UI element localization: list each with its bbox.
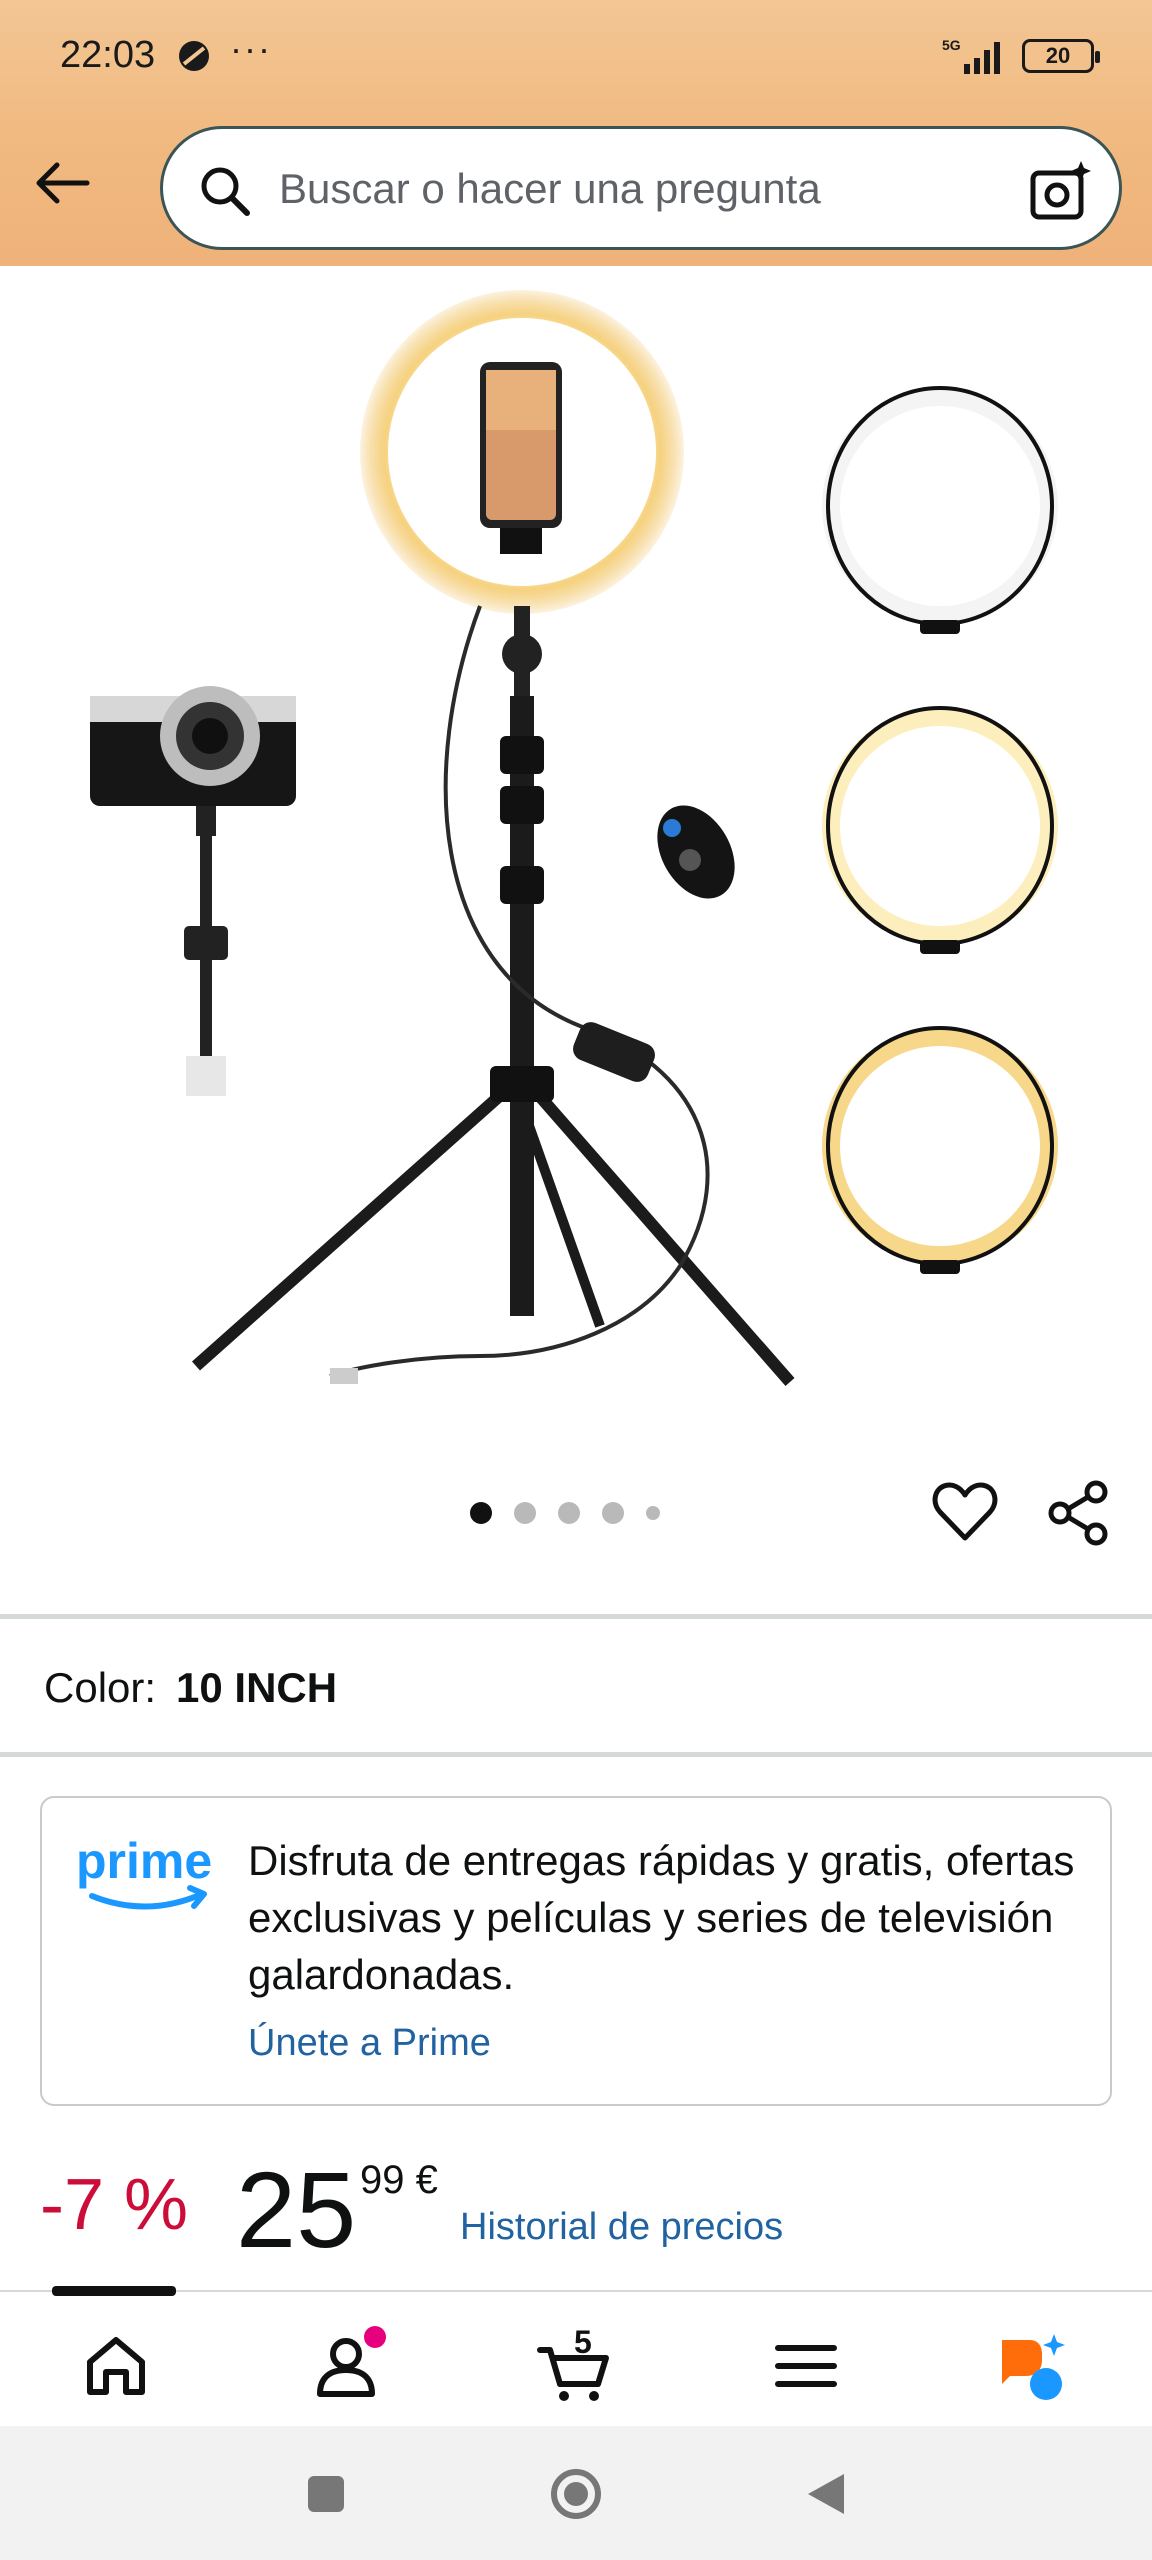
join-prime-link[interactable]: Únete a Prime xyxy=(248,2022,491,2065)
price-fraction: 99 € xyxy=(360,2158,438,2202)
search-input[interactable]: Buscar o hacer una pregunta xyxy=(279,165,821,213)
network-label: 5G xyxy=(942,37,961,53)
wishlist-heart-icon[interactable] xyxy=(930,1478,1000,1548)
recents-icon[interactable] xyxy=(298,2466,354,2522)
cart-count: 5 xyxy=(574,2324,592,2360)
product-image-gallery[interactable] xyxy=(0,266,1152,1446)
battery-level: 20 xyxy=(1045,43,1071,68)
home-icon[interactable] xyxy=(76,2326,156,2406)
gallery-dot-active[interactable] xyxy=(470,1502,492,1524)
gallery-pagination[interactable] xyxy=(470,1502,660,1524)
status-time: 22:03 xyxy=(60,34,156,76)
prime-promo-card[interactable]: prime Disfruta de entregas rápidas y gra… xyxy=(40,1796,1112,2106)
prime-logo: prime xyxy=(76,1834,212,1910)
price-whole: 25 xyxy=(236,2149,357,2270)
gallery-dot[interactable] xyxy=(514,1502,536,1524)
header-band: 22:03 ··· 5G 20 Buscar o hacer una pregu… xyxy=(0,0,1152,266)
status-bar: 22:03 ··· 5G 20 xyxy=(0,0,1152,112)
status-indicators: 5G 20 xyxy=(942,36,1100,76)
back-button[interactable] xyxy=(28,148,98,218)
nav-active-indicator xyxy=(52,2286,176,2296)
notification-badge xyxy=(364,2326,386,2348)
discount-percentage: -7 % xyxy=(40,2165,189,2245)
do-not-disturb-icon xyxy=(179,41,209,71)
prime-description: Disfruta de entregas rápidas y gratis, o… xyxy=(248,1837,1075,1998)
battery-icon: 20 xyxy=(1022,39,1100,73)
gallery-dot[interactable] xyxy=(646,1506,660,1520)
variation-value: 10 INCH xyxy=(176,1664,338,1711)
menu-icon[interactable] xyxy=(766,2326,846,2406)
system-nav-bar xyxy=(0,2426,1152,2560)
price-row: -7 % 25 99 € Historial de precios xyxy=(40,2150,1140,2270)
divider xyxy=(0,1614,1152,1619)
system-back-icon[interactable] xyxy=(800,2466,856,2522)
share-icon[interactable] xyxy=(1044,1478,1114,1548)
search-bar[interactable]: Buscar o hacer una pregunta xyxy=(160,126,1122,250)
prime-logo-text: prime xyxy=(76,1834,212,1889)
variation-label: Color: xyxy=(44,1664,157,1711)
account-button[interactable] xyxy=(306,2326,386,2406)
rufus-icon[interactable] xyxy=(994,2326,1074,2406)
bottom-nav: 5 xyxy=(0,2286,1152,2426)
gallery-dot[interactable] xyxy=(602,1502,624,1524)
status-more-icon: ··· xyxy=(230,28,272,69)
arrow-left-icon xyxy=(36,162,90,204)
signal-5g-icon: 5G xyxy=(942,37,1000,74)
price-history-link[interactable]: Historial de precios xyxy=(460,2206,783,2249)
divider xyxy=(0,1752,1152,1757)
variation-row[interactable]: Color: 10 INCH xyxy=(44,1664,337,1712)
cart-button[interactable]: 5 xyxy=(536,2324,616,2406)
camera-sparkle-icon[interactable] xyxy=(1027,157,1093,223)
system-home-icon[interactable] xyxy=(548,2466,604,2522)
gallery-dot[interactable] xyxy=(558,1502,580,1524)
search-icon xyxy=(201,167,250,216)
product-image[interactable] xyxy=(0,266,1152,1446)
